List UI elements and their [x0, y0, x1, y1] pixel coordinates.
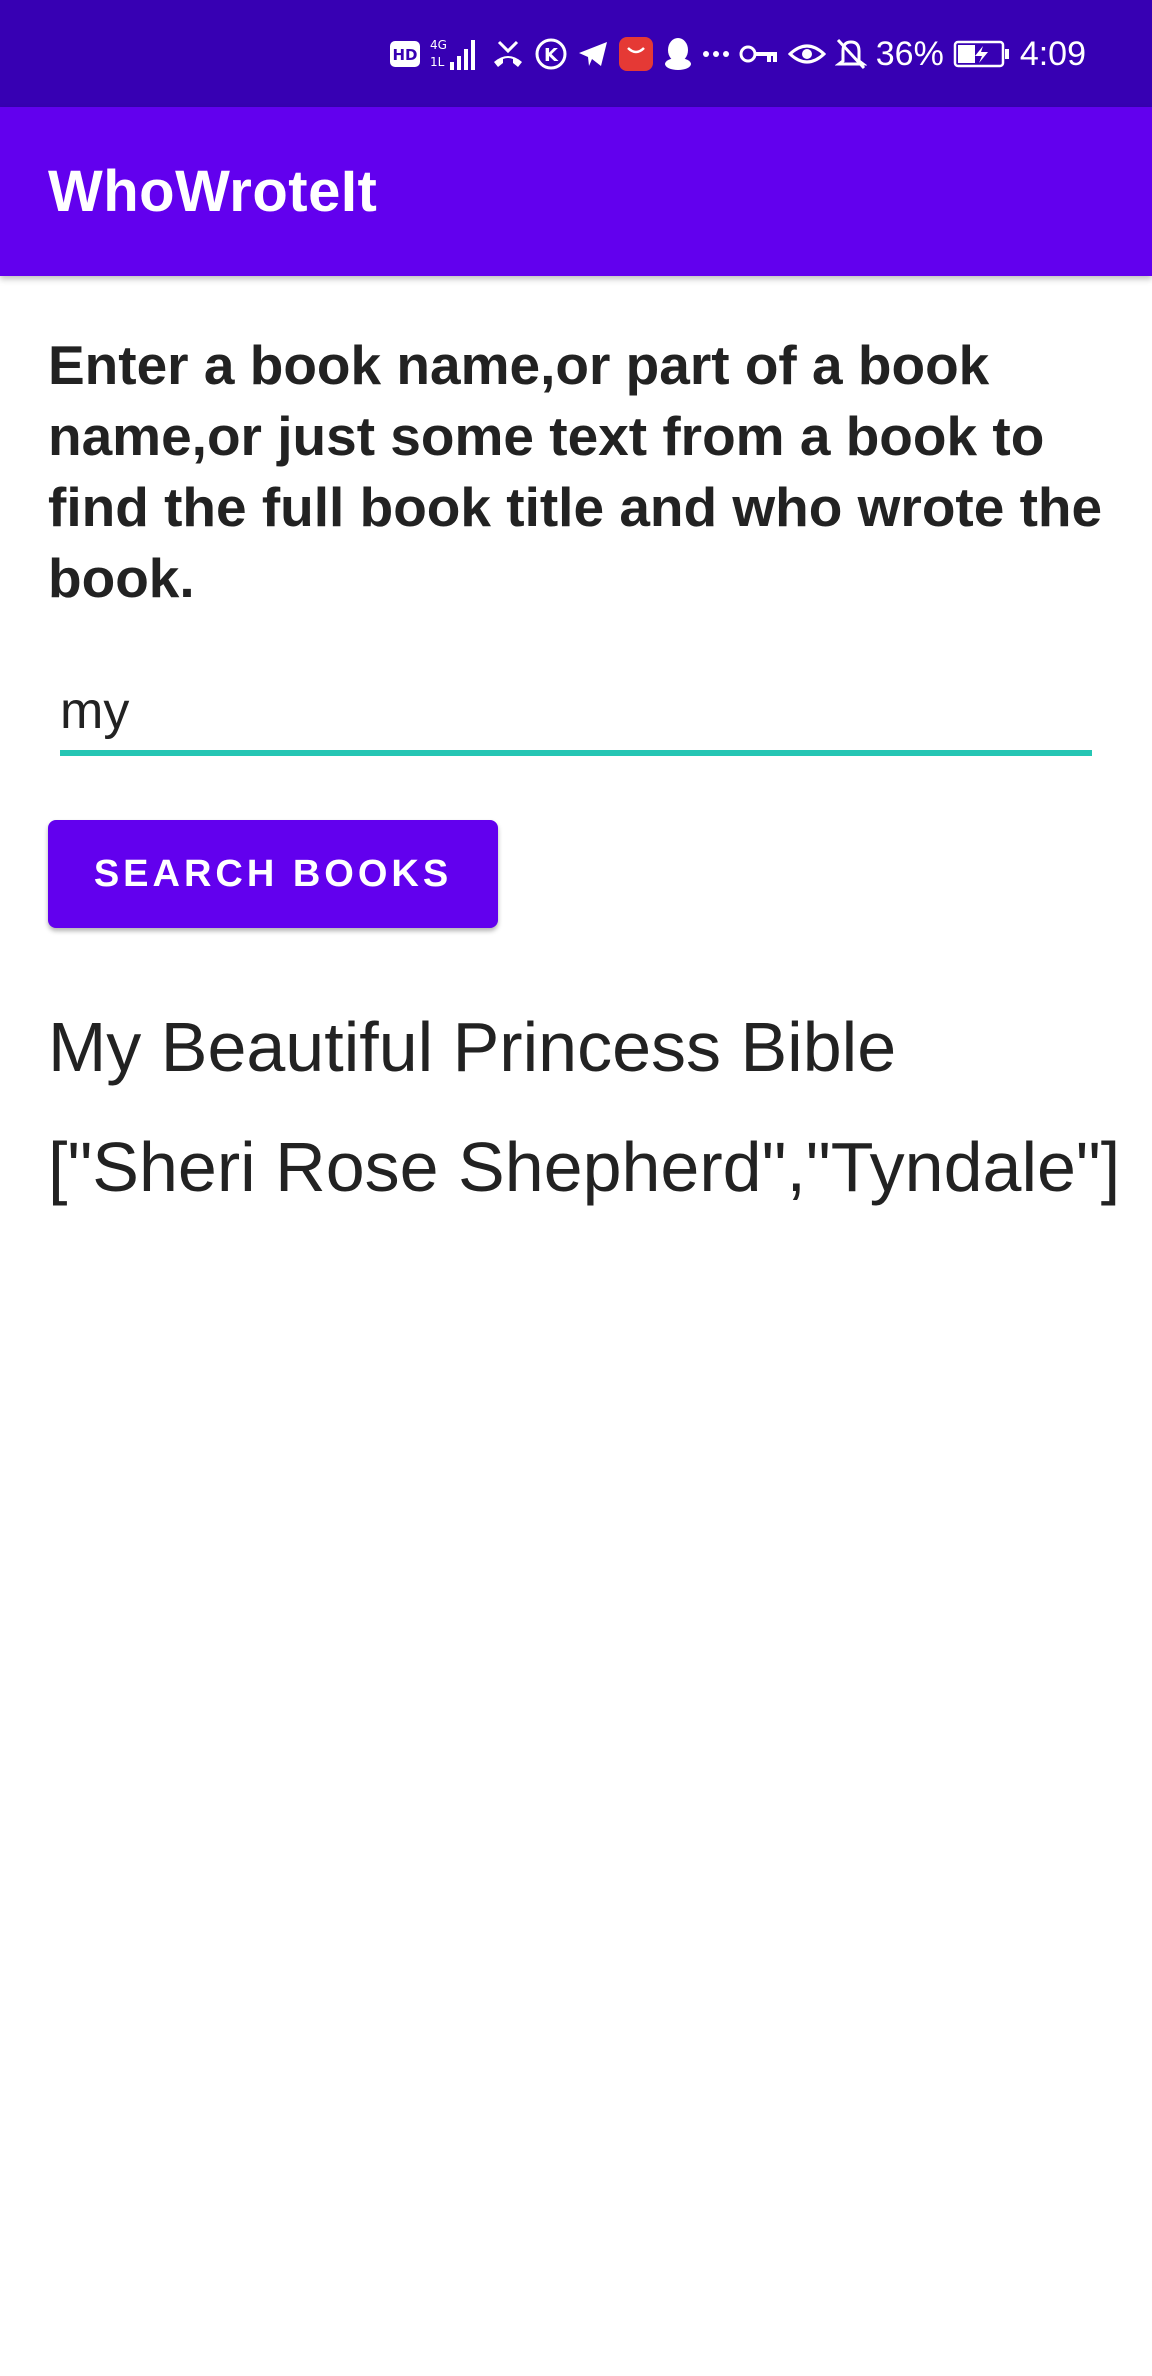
more-dots-icon — [702, 34, 730, 74]
svg-text:1L: 1L — [430, 55, 445, 69]
result-book-title: My Beautiful Princess Bible — [48, 1008, 897, 1086]
search-input-container — [60, 672, 1092, 756]
svg-text:4G: 4G — [430, 38, 447, 52]
result-book-authors: ["Sheri Rose Shepherd","Tyndale"] — [48, 1128, 1121, 1206]
4g-signal-icon: 4G 1L — [430, 34, 482, 74]
battery-percentage: 36% — [875, 34, 944, 73]
telegram-icon — [577, 34, 609, 74]
book-search-input[interactable] — [60, 672, 1092, 750]
qq-icon — [663, 34, 693, 74]
search-books-button[interactable]: SEARCH BOOKS — [48, 820, 498, 928]
vpn-key-icon — [739, 34, 779, 74]
svg-text:HD: HD — [392, 46, 417, 64]
eye-icon — [787, 34, 826, 74]
huawei-store-icon — [618, 34, 654, 74]
status-icons: HD 4G 1L K 36% 4:09 — [389, 0, 1086, 107]
app-bar: WhoWroteIt — [0, 107, 1152, 276]
k-app-icon: K — [534, 34, 568, 74]
app-title: WhoWroteIt — [48, 159, 378, 224]
input-underline — [60, 750, 1092, 756]
missed-call-icon — [491, 34, 525, 74]
instructions-text: Enter a book name,or part of a book name… — [48, 334, 1103, 609]
battery-charging-icon — [953, 34, 1011, 74]
svg-text:K: K — [544, 45, 559, 66]
bell-off-icon — [834, 34, 867, 74]
status-bar: HD 4G 1L K 36% 4:09 — [0, 0, 1152, 107]
hd-icon: HD — [389, 34, 421, 74]
status-time: 4:09 — [1019, 34, 1086, 73]
